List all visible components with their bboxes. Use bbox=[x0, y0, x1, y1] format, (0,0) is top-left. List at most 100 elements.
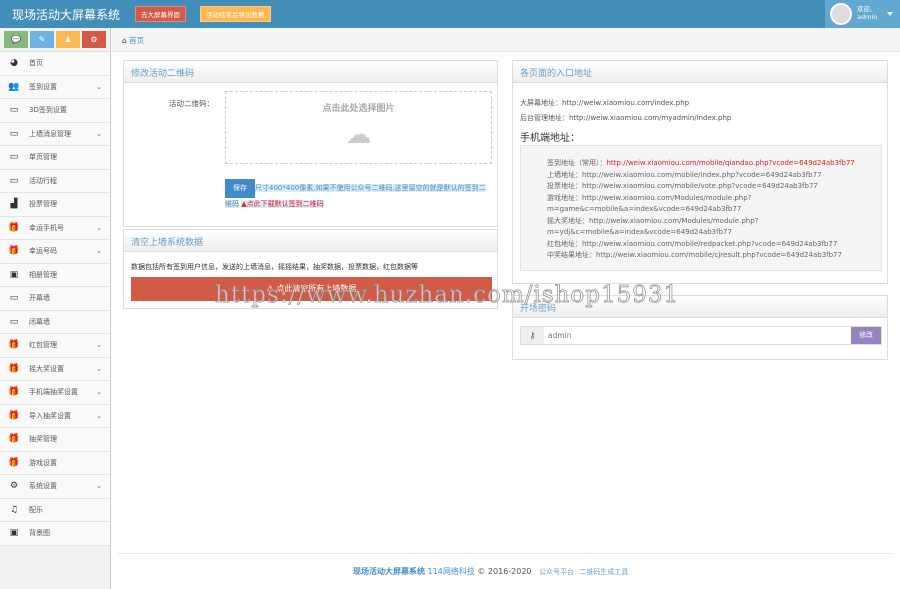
mobile-urls-title: 手机端地址： bbox=[520, 133, 580, 144]
modify-password-button[interactable]: 修改 bbox=[851, 327, 881, 344]
panel-title: 各页面的入口地址 bbox=[513, 61, 887, 83]
sidebar-item[interactable]: ▭ 单页管理 bbox=[0, 146, 110, 170]
sidebar-item[interactable]: ◕ 首页 bbox=[0, 52, 110, 76]
sidebar-item-label: 抽奖管理 bbox=[29, 435, 57, 444]
user-menu[interactable]: 欢迎, admin bbox=[825, 0, 900, 28]
sidebar-item-label: 投票管理 bbox=[29, 200, 57, 209]
gift-icon: 🎁 bbox=[8, 363, 20, 374]
footer-copyright: © 2016-2020 bbox=[477, 567, 532, 576]
sidebar-item[interactable]: ♫ 配乐 bbox=[0, 498, 110, 522]
user-greeting: 欢迎, bbox=[857, 5, 873, 13]
mobile-url-line: 红包地址：http://weiw.xiaomiou.com/mobile/red… bbox=[547, 239, 838, 248]
cogs-shortcut-icon[interactable]: ⚙ bbox=[82, 31, 106, 48]
upload-hint: 点击此处选择图片 bbox=[322, 104, 395, 114]
download-default-qr-link[interactable]: ▲点此下载默认签到二维码 bbox=[241, 200, 324, 208]
footer-link-official[interactable]: 公众号平台 bbox=[539, 568, 574, 576]
breadcrumb: ⌂ 首页 bbox=[112, 28, 900, 52]
group-shortcut-icon[interactable]: ♟ bbox=[56, 31, 80, 48]
gear-icon: ⚙ bbox=[9, 481, 19, 492]
sidebar-item-label: 手机端抽奖设置 bbox=[29, 388, 78, 397]
sidebar-item-label: 相册管理 bbox=[29, 270, 57, 279]
sidebar-item[interactable]: ▭ 3D签到设置 bbox=[0, 99, 110, 123]
sidebar-item[interactable]: ▣ 相册管理 bbox=[0, 263, 110, 287]
desktop-icon: ▭ bbox=[9, 293, 19, 304]
sidebar-item-label: 3D签到设置 bbox=[29, 106, 67, 115]
password-input-group: ⚷ 修改 bbox=[520, 326, 882, 345]
picture-icon: ▣ bbox=[9, 269, 19, 280]
gift-icon: 🎁 bbox=[8, 246, 20, 257]
mobile-url-line: m=ydj&c=mobile&a=index&vcode=649d24ab3fb… bbox=[547, 228, 732, 236]
sidebar-item[interactable]: ▣ 背景图 bbox=[0, 522, 110, 546]
sidebar-item[interactable]: 👥 签到设置 ⌄ bbox=[0, 75, 110, 99]
sidebar: 💬 ✎ ♟ ⚙ ◕ 首页 👥 签到设置 ⌄ ▭ 3D签到设置 ▭ 上墙消息管理 ⌄ ▭ 单页管理 ▭ 活动… bbox=[0, 28, 111, 589]
key-icon: ⚷ bbox=[521, 327, 544, 344]
entry-urls-panel: 各页面的入口地址 大屏幕地址：http://weiw.xiaomiou.com/… bbox=[512, 60, 888, 284]
dashboard-icon: ◕ bbox=[10, 58, 18, 69]
sidebar-item[interactable]: ▭ 活动行程 bbox=[0, 169, 110, 193]
gift-icon: 🎁 bbox=[8, 387, 20, 398]
qr-code-panel: 修改活动二维码 活动二维码： 点击此处选择图片 ☁ 保存 尺寸400*400像素,… bbox=[123, 60, 498, 227]
sidebar-item[interactable]: 🎁 幸运手机号 ⌄ bbox=[0, 216, 110, 240]
export-data-button[interactable]: 活动结束后导出数据 bbox=[200, 6, 271, 22]
footer-divider bbox=[118, 553, 893, 554]
chevron-down-icon: ⌄ bbox=[96, 341, 102, 350]
goto-screen-button[interactable]: 去大屏幕界面 bbox=[135, 6, 186, 22]
sidebar-item[interactable]: 🎁 幸运号码 ⌄ bbox=[0, 240, 110, 264]
user-name: admin bbox=[857, 13, 878, 21]
qr-field-label: 活动二维码： bbox=[169, 99, 214, 108]
sidebar-item[interactable]: 🎁 摇大奖设置 ⌄ bbox=[0, 357, 110, 381]
sidebar-item[interactable]: 🎁 导入抽奖设置 ⌄ bbox=[0, 404, 110, 428]
chevron-down-icon: ⌄ bbox=[96, 388, 102, 397]
sidebar-item[interactable]: ▭ 开幕墙 bbox=[0, 287, 110, 311]
chevron-down-icon: ⌄ bbox=[96, 82, 102, 91]
pencil-shortcut-icon[interactable]: ✎ bbox=[30, 31, 54, 48]
sidebar-item-label: 单页管理 bbox=[29, 153, 57, 162]
gift-icon: 🎁 bbox=[8, 457, 20, 468]
sidebar-item-label: 幸运手机号 bbox=[29, 223, 64, 232]
sidebar-item[interactable]: 🎁 游戏设置 bbox=[0, 451, 110, 475]
chevron-down-icon: ⌄ bbox=[96, 223, 102, 232]
mobile-urls-box: 签到地址（常用）：http://weiw.xiaomiou.com/mobile… bbox=[520, 145, 882, 271]
footer-company: 114网络科技 bbox=[427, 567, 475, 576]
sidebar-item-label: 开幕墙 bbox=[29, 294, 50, 303]
chevron-down-icon: ⌄ bbox=[96, 411, 102, 420]
music-icon: ♫ bbox=[9, 504, 19, 515]
sidebar-item[interactable]: ⚙ 系统设置 ⌄ bbox=[0, 475, 110, 499]
save-button[interactable]: 保存 bbox=[225, 179, 255, 198]
cloud-upload-icon: ☁ bbox=[345, 120, 372, 150]
footer-link-qr-tool[interactable]: 二维码生成工具 bbox=[579, 568, 628, 576]
sidebar-item[interactable]: 🎁 手机端抽奖设置 ⌄ bbox=[0, 381, 110, 405]
desktop-icon: ▭ bbox=[9, 128, 19, 139]
sidebar-item[interactable]: 🎁 红包管理 ⌄ bbox=[0, 334, 110, 358]
desktop-icon: ▭ bbox=[9, 175, 19, 186]
users-icon: 👥 bbox=[8, 81, 20, 92]
footer: 现场活动大屏幕系统 114网络科技 © 2016-2020 公众号平台 二维码生… bbox=[353, 566, 628, 577]
chevron-down-icon: ⌄ bbox=[96, 364, 102, 373]
mobile-url-line: m=game&c=mobile&a=index&vcode=649d24ab3f… bbox=[547, 205, 742, 213]
desktop-icon: ▭ bbox=[9, 105, 19, 116]
mobile-url-line: 游戏地址：http://weiw.xiaomiou.com/Modules/mo… bbox=[547, 193, 752, 202]
mobile-url-line: 摇大奖地址：http://weiw.xiaomiou.com/Modules/m… bbox=[547, 216, 759, 225]
sidebar-item[interactable]: 🎁 抽奖管理 bbox=[0, 428, 110, 452]
comment-shortcut-icon[interactable]: 💬 bbox=[4, 31, 28, 48]
password-input[interactable] bbox=[544, 327, 851, 344]
checkin-url[interactable]: http://weiw.xiaomiou.com/mobile/qiandao.… bbox=[607, 159, 855, 167]
image-upload-area[interactable]: 点击此处选择图片 ☁ bbox=[225, 91, 492, 164]
sidebar-item[interactable]: ▭ 闭幕墙 bbox=[0, 310, 110, 334]
gift-icon: 🎁 bbox=[8, 410, 20, 421]
breadcrumb-home[interactable]: 首页 bbox=[129, 36, 144, 45]
sidebar-item-label: 红包管理 bbox=[29, 341, 57, 350]
sidebar-item-label: 闭幕墙 bbox=[29, 317, 50, 326]
home-icon: ⌂ bbox=[122, 36, 127, 45]
panel-title: 清空上墙系统数据 bbox=[124, 230, 497, 252]
clear-data-description: 数据包括所有签到用户信息，发送的上墙消息，摇摇结果，抽奖数据，投票数据，红包数据… bbox=[131, 263, 418, 271]
caret-down-icon bbox=[887, 12, 893, 19]
sidebar-item-label: 上墙消息管理 bbox=[29, 129, 71, 138]
sidebar-item[interactable]: ▭ 上墙消息管理 ⌄ bbox=[0, 122, 110, 146]
sidebar-item[interactable]: ▟ 投票管理 bbox=[0, 193, 110, 217]
gift-icon: 🎁 bbox=[8, 222, 20, 233]
sidebar-item-label: 幸运号码 bbox=[29, 247, 57, 256]
mobile-url-line: 上墙地址：http://weiw.xiaomiou.com/mobile/ind… bbox=[547, 170, 822, 179]
avatar bbox=[830, 3, 852, 25]
sidebar-item-label: 首页 bbox=[29, 59, 43, 68]
